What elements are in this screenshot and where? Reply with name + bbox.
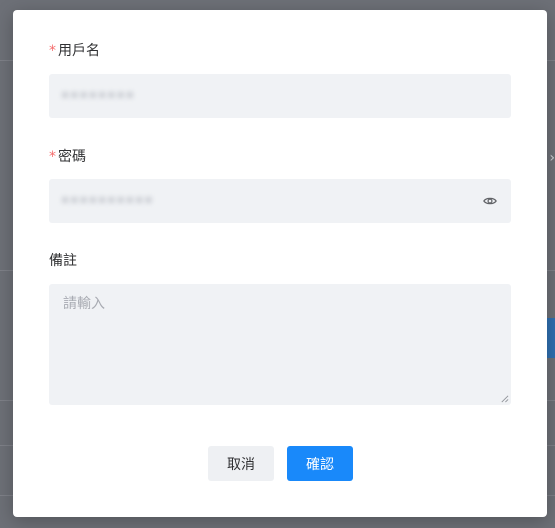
password-value: •••••••••• [61,193,154,209]
username-label-text: 用戶名 [58,43,100,59]
remark-placeholder: 請輸入 [63,296,105,312]
username-value: •••••••• [61,88,136,104]
remark-label: 備註 [49,250,77,270]
password-input[interactable]: •••••••••• [49,179,511,223]
required-mark: * [49,149,56,165]
cancel-button[interactable]: 取消 [208,446,274,481]
eye-icon[interactable] [483,194,497,208]
username-label: * 用戶名 [49,40,100,60]
remark-label-text: 備註 [49,253,77,269]
username-input[interactable]: •••••••• [49,74,511,118]
password-label-text: 密碼 [58,149,86,165]
chevron-right-icon: › [549,150,555,166]
resize-handle-icon[interactable] [500,394,509,403]
confirm-button[interactable]: 確認 [287,446,353,481]
password-label: * 密碼 [49,146,86,166]
required-mark: * [49,43,56,59]
user-dialog: * 用戶名 •••••••• * 密碼 •••••••••• 備註 請輸入 取消 確… [13,10,547,517]
bg-button-edge [547,318,555,358]
remark-textarea[interactable]: 請輸入 [49,284,511,405]
